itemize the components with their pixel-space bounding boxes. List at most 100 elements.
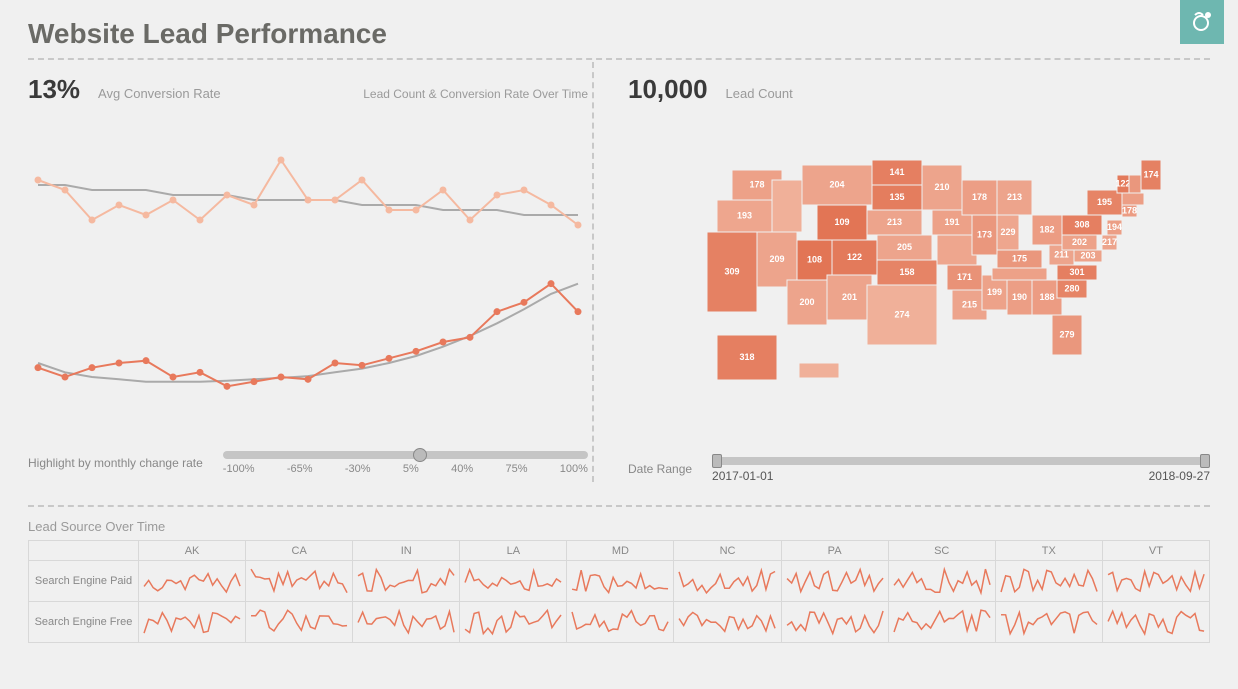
svg-text:229: 229 <box>1000 227 1015 237</box>
sparkline-cell <box>139 561 246 602</box>
left-chart-title: Lead Count & Conversion Rate Over Time <box>363 87 588 101</box>
svg-text:108: 108 <box>807 254 822 264</box>
sparkline-cell <box>246 561 353 602</box>
map-state-TN[interactable] <box>992 268 1047 280</box>
svg-text:210: 210 <box>934 182 949 192</box>
sparkline-cell <box>674 602 781 643</box>
sparkline-cell <box>353 602 460 643</box>
sparkline-cell <box>1102 602 1209 643</box>
map-state-NH[interactable] <box>1129 175 1141 193</box>
svg-text:203: 203 <box>1080 250 1095 260</box>
svg-text:211: 211 <box>1054 249 1069 259</box>
slider-tick: -65% <box>287 463 313 475</box>
sparkline-cell <box>781 602 888 643</box>
page-title: Website Lead Performance <box>28 18 387 50</box>
svg-text:178: 178 <box>1122 205 1137 215</box>
sparkline-col-TX: TX <box>995 541 1102 561</box>
svg-text:178: 178 <box>749 179 764 189</box>
conversion-leadcount-chart <box>28 115 588 435</box>
date-range-label: Date Range <box>628 462 692 476</box>
sparkline-cell <box>674 561 781 602</box>
kpi-conversion-label: Avg Conversion Rate <box>98 86 221 101</box>
svg-text:213: 213 <box>887 217 902 227</box>
sparkline-cell <box>567 561 674 602</box>
sparkline-col-IN: IN <box>353 541 460 561</box>
svg-text:309: 309 <box>724 266 739 276</box>
svg-text:191: 191 <box>944 217 959 227</box>
svg-text:122: 122 <box>847 252 862 262</box>
svg-text:318: 318 <box>739 352 754 362</box>
slider-tick: 100% <box>560 463 588 475</box>
svg-text:109: 109 <box>834 217 849 227</box>
svg-text:135: 135 <box>889 192 904 202</box>
svg-text:182: 182 <box>1039 224 1054 234</box>
slider-tick: -100% <box>223 463 255 475</box>
sparkline-cell <box>1102 561 1209 602</box>
lead-source-title: Lead Source Over Time <box>28 519 1210 534</box>
svg-text:171: 171 <box>957 272 972 282</box>
svg-text:173: 173 <box>977 229 992 239</box>
date-range-slider[interactable]: 2017-01-01 2018-09-27 <box>712 451 1210 487</box>
highlight-slider-label: Highlight by monthly change rate <box>28 456 203 470</box>
svg-text:217: 217 <box>1102 237 1117 247</box>
svg-text:158: 158 <box>899 267 914 277</box>
slider-tick: -30% <box>345 463 371 475</box>
horizontal-divider <box>28 505 1210 507</box>
sparkline-col-MD: MD <box>567 541 674 561</box>
svg-text:199: 199 <box>987 287 1002 297</box>
svg-text:194: 194 <box>1107 222 1122 232</box>
sparkline-cell <box>460 602 567 643</box>
sparkline-cell <box>995 561 1102 602</box>
svg-text:279: 279 <box>1059 329 1074 339</box>
sparkline-cell <box>888 602 995 643</box>
sparkline-cell <box>995 602 1102 643</box>
sparkline-row-1: Search Engine Free <box>29 602 139 643</box>
kpi-conversion-value: 13% <box>28 74 80 105</box>
sparkline-cell <box>353 561 460 602</box>
svg-text:280: 280 <box>1064 283 1079 293</box>
us-map-chart: 178 193 309 209 204 109 108 122 200 201 141 135 213 2… <box>628 115 1210 435</box>
sparkline-col-PA: PA <box>781 541 888 561</box>
svg-text:274: 274 <box>894 309 909 319</box>
svg-text:213: 213 <box>1007 192 1022 202</box>
sparkline-row-0: Search Engine Paid <box>29 561 139 602</box>
kpi-leadcount-label: Lead Count <box>726 86 793 101</box>
svg-text:215: 215 <box>962 299 977 309</box>
svg-text:209: 209 <box>769 254 784 264</box>
sparkline-col-VT: VT <box>1102 541 1209 561</box>
svg-text:201: 201 <box>842 292 857 302</box>
sparkline-col-SC: SC <box>888 541 995 561</box>
svg-text:200: 200 <box>799 297 814 307</box>
map-state-MA[interactable] <box>1122 193 1144 205</box>
kpi-leadcount-value: 10,000 <box>628 74 708 105</box>
map-state-HI[interactable] <box>799 363 839 378</box>
sparkline-col-AK: AK <box>139 541 246 561</box>
svg-text:190: 190 <box>1012 292 1027 302</box>
map-state-MO[interactable] <box>937 235 977 265</box>
brand-logo <box>1180 0 1224 44</box>
sparkline-cell <box>781 561 888 602</box>
sparkline-cell <box>246 602 353 643</box>
svg-text:205: 205 <box>897 242 912 252</box>
svg-text:195: 195 <box>1097 197 1112 207</box>
svg-text:188: 188 <box>1039 292 1054 302</box>
sparkline-cell <box>460 561 567 602</box>
sparkline-col-LA: LA <box>460 541 567 561</box>
highlight-slider[interactable]: -100%-65%-30%5%40%75%100% <box>223 445 588 481</box>
sparkline-cell <box>888 561 995 602</box>
svg-text:193: 193 <box>737 210 752 220</box>
svg-text:141: 141 <box>889 167 904 177</box>
map-state-ID[interactable] <box>772 180 802 232</box>
date-range-end: 2018-09-27 <box>1149 469 1210 483</box>
slider-tick: 5% <box>403 463 419 475</box>
svg-text:175: 175 <box>1012 253 1027 263</box>
sparkline-cell <box>139 602 246 643</box>
svg-text:174: 174 <box>1143 169 1158 179</box>
sparkline-grid: AKCAINLAMDNCPASCTXVT Search Engine PaidS… <box>28 540 1210 643</box>
svg-text:202: 202 <box>1072 237 1087 247</box>
svg-text:301: 301 <box>1069 267 1084 277</box>
svg-text:204: 204 <box>829 179 844 189</box>
svg-text:122: 122 <box>1115 178 1130 188</box>
slider-tick: 75% <box>505 463 527 475</box>
svg-text:308: 308 <box>1074 219 1089 229</box>
